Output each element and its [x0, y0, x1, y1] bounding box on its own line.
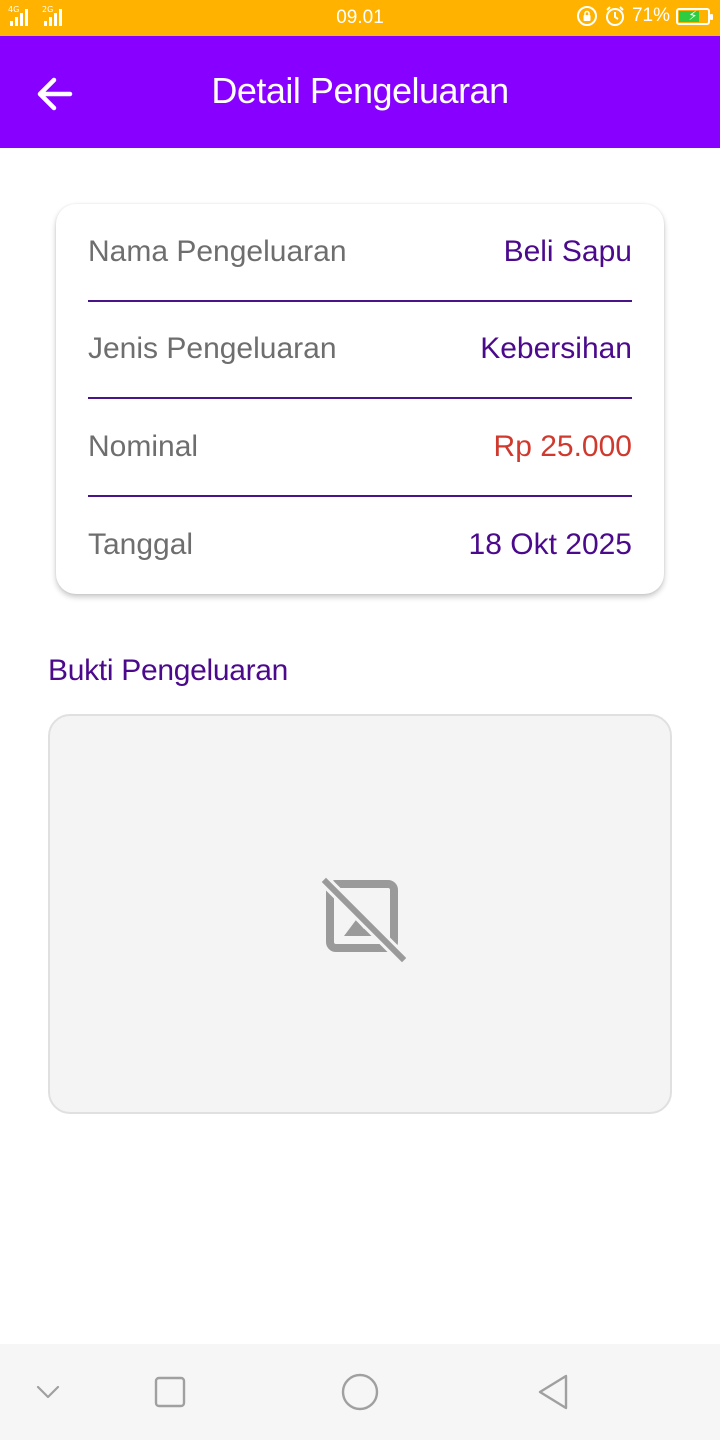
square-recents-icon[interactable] — [150, 1372, 190, 1412]
type-label: Jenis Pengeluaran — [88, 332, 337, 366]
amount-value: Rp 25.000 — [493, 429, 632, 463]
triangle-back-icon[interactable] — [534, 1372, 574, 1412]
status-bar: 4G 2G 09.01 71% ⚡ — [0, 0, 720, 36]
alarm-icon — [605, 6, 624, 26]
rotation-lock-icon — [576, 6, 597, 26]
status-icons: 71% ⚡ — [576, 5, 713, 27]
detail-row-type: Jenis Pengeluaran Kebersihan — [88, 302, 632, 399]
detail-row-amount: Nominal Rp 25.000 — [88, 399, 632, 497]
name-label: Nama Pengeluaran — [88, 234, 347, 268]
page-title: Detail Pengeluaran — [211, 70, 509, 111]
battery-percent: 71% — [631, 5, 670, 26]
type-value: Kebersihan — [480, 332, 632, 366]
detail-row-date: Tanggal 18 Okt 2025 — [88, 497, 632, 595]
circle-home-icon[interactable] — [340, 1372, 380, 1412]
broken-image-icon — [321, 877, 406, 962]
battery-charging-icon: ⚡ — [676, 7, 713, 25]
amount-label: Nominal — [88, 429, 199, 463]
name-value: Beli Sapu — [503, 234, 632, 268]
chevron-down-icon[interactable] — [28, 1372, 68, 1412]
navigation-bar — [0, 1344, 720, 1440]
expense-detail-card: Nama Pengeluaran Beli Sapu Jenis Pengelu… — [56, 204, 664, 594]
proof-title: Bukti Pengeluaran — [48, 654, 289, 687]
proof-image-placeholder[interactable] — [48, 714, 672, 1114]
date-label: Tanggal — [88, 528, 194, 562]
app-bar: Detail Pengeluaran — [0, 36, 720, 148]
date-value: 18 Okt 2025 — [468, 528, 632, 562]
detail-row-name: Nama Pengeluaran Beli Sapu — [88, 204, 632, 302]
charging-bolt-icon: ⚡ — [688, 7, 698, 23]
